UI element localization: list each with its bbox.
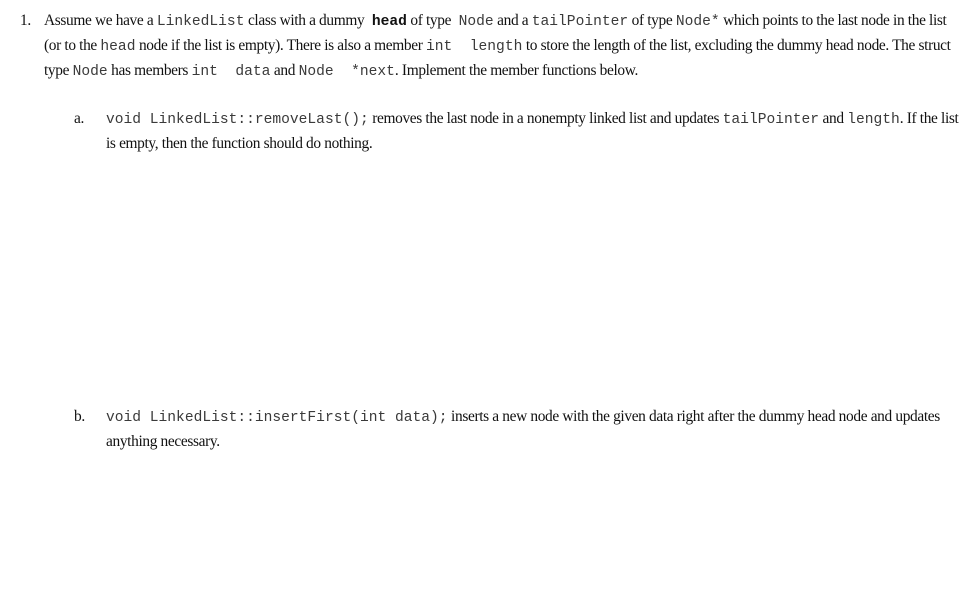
code-node: Node bbox=[72, 64, 108, 80]
part-text: removes the last node in a nonempty link… bbox=[368, 110, 723, 127]
prompt-text: and bbox=[270, 62, 299, 79]
part-a-text: void LinkedList::removeLast(); removes t… bbox=[106, 107, 966, 155]
question-prompt: Assume we have a LinkedList class with a… bbox=[44, 9, 964, 84]
answer-space-b bbox=[106, 458, 946, 603]
code-node-next: Node *next bbox=[298, 64, 395, 80]
prompt-text: has members bbox=[107, 62, 192, 79]
prompt-text: class with a dummy bbox=[244, 12, 368, 29]
prompt-text: Assume we have a bbox=[44, 12, 157, 29]
question-number: 1. bbox=[20, 12, 31, 29]
code-int-length: int length bbox=[426, 39, 523, 55]
code-length: length bbox=[847, 112, 900, 128]
function-signature-insertfirst: void LinkedList::insertFirst(int data); bbox=[106, 410, 448, 426]
code-int-data: int data bbox=[191, 64, 271, 80]
prompt-text: node if the list is empty). There is als… bbox=[135, 37, 426, 54]
code-node: Node bbox=[458, 14, 494, 30]
code-head: head bbox=[100, 39, 136, 55]
part-label: a. bbox=[74, 110, 84, 127]
function-signature-removelast: void LinkedList::removeLast(); bbox=[106, 112, 369, 128]
prompt-text: . Implement the member functions below. bbox=[394, 62, 638, 79]
part-b-text: void LinkedList::insertFirst(int data); … bbox=[106, 405, 966, 453]
code-head: head bbox=[371, 14, 407, 30]
prompt-text: and a bbox=[493, 12, 532, 29]
part-text: and bbox=[819, 110, 848, 127]
code-tailpointer: tailPointer bbox=[722, 112, 820, 128]
code-linkedlist: LinkedList bbox=[156, 14, 245, 30]
answer-space-a bbox=[106, 160, 946, 395]
code-node-pointer: Node* bbox=[675, 14, 720, 30]
prompt-text: of type bbox=[628, 12, 676, 29]
prompt-text: of type bbox=[406, 12, 455, 29]
code-tailpointer: tailPointer bbox=[531, 14, 629, 30]
part-label: b. bbox=[74, 408, 85, 425]
